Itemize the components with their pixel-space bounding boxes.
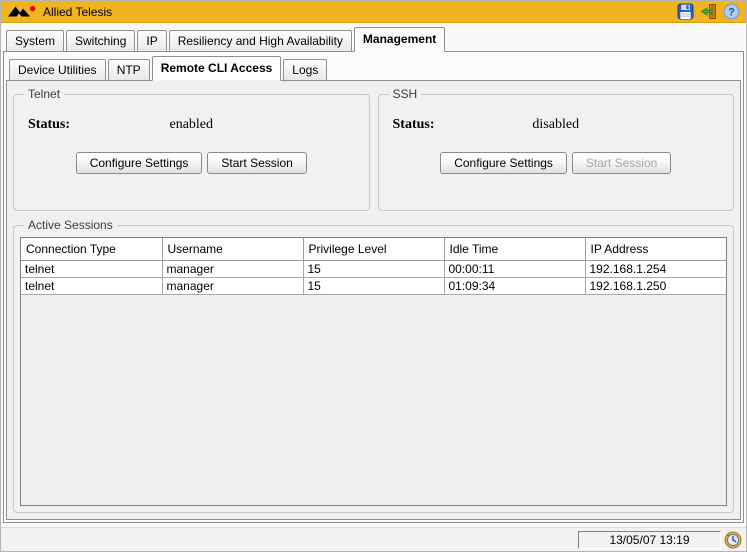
telnet-status-value: enabled [20,117,363,133]
window-title: Allied Telesis [43,5,112,19]
save-icon[interactable] [677,3,694,20]
telnet-group: Telnet Status: enabled Configure Setting… [13,87,370,211]
content-area: System Switching IP Resiliency and High … [1,23,746,525]
tab-management[interactable]: Management [354,27,445,52]
clock-icon [724,531,742,549]
column-header-idle-time[interactable]: Idle Time [444,238,585,261]
table-row[interactable]: telnet manager 15 00:00:11 192.168.1.254 [21,261,726,278]
cell-username: manager [162,261,303,278]
titlebar: Allied Telesis [1,1,746,23]
sessions-table: Connection Type Username Privilege Level… [21,238,726,295]
tab-switching[interactable]: Switching [66,30,135,52]
active-sessions-group: Active Sessions Connection Type Username… [13,218,734,513]
sub-tab-bar: Device Utilities NTP Remote CLI Access L… [6,56,741,81]
tab-remote-cli-access[interactable]: Remote CLI Access [152,56,282,81]
tab-resiliency-high-availability[interactable]: Resiliency and High Availability [169,30,352,52]
svg-text:?: ? [728,6,735,18]
allied-telesis-logo-icon [7,5,37,19]
cell-connection-type: telnet [21,278,162,295]
cell-privilege-level: 15 [303,261,444,278]
ssh-status-label: Status: [393,117,435,133]
table-row[interactable]: telnet manager 15 01:09:34 192.168.1.250 [21,278,726,295]
sessions-table-header-row: Connection Type Username Privilege Level… [21,238,726,261]
telnet-configure-settings-button[interactable]: Configure Settings [76,152,203,174]
datetime-display: 13/05/07 13:19 [578,531,721,549]
telnet-group-title: Telnet [24,87,64,101]
cell-username: manager [162,278,303,295]
tab-system[interactable]: System [6,30,64,52]
management-panel: Device Utilities NTP Remote CLI Access L… [3,51,744,523]
ssh-status-value: disabled [385,117,728,133]
telnet-status-label: Status: [28,117,70,133]
ssh-group: SSH Status: disabled Configure Settings … [378,87,735,211]
remote-cli-access-panel: Telnet Status: enabled Configure Setting… [6,80,741,520]
ssh-configure-settings-button[interactable]: Configure Settings [440,152,567,174]
telnet-start-session-button[interactable]: Start Session [207,152,306,174]
column-header-connection-type[interactable]: Connection Type [21,238,162,261]
sessions-table-container: Connection Type Username Privilege Level… [20,237,727,506]
active-sessions-group-title: Active Sessions [24,218,117,232]
cell-ip-address: 192.168.1.254 [585,261,726,278]
cell-idle-time: 00:00:11 [444,261,585,278]
ssh-group-title: SSH [389,87,422,101]
column-header-ip-address[interactable]: IP Address [585,238,726,261]
tab-ntp[interactable]: NTP [108,59,150,81]
ssh-start-session-button: Start Session [572,152,671,174]
cell-ip-address: 192.168.1.250 [585,278,726,295]
cell-connection-type: telnet [21,261,162,278]
cell-idle-time: 01:09:34 [444,278,585,295]
column-header-username[interactable]: Username [162,238,303,261]
statusbar: 13/05/07 13:19 [1,527,746,551]
column-header-privilege-level[interactable]: Privilege Level [303,238,444,261]
app-window: Allied Telesis [0,0,747,552]
help-icon[interactable]: ? [723,3,740,20]
tab-device-utilities[interactable]: Device Utilities [9,59,106,81]
main-tab-bar: System Switching IP Resiliency and High … [3,27,744,52]
logout-icon[interactable] [700,3,717,20]
tab-logs[interactable]: Logs [283,59,327,81]
tab-ip[interactable]: IP [137,30,166,52]
cell-privilege-level: 15 [303,278,444,295]
